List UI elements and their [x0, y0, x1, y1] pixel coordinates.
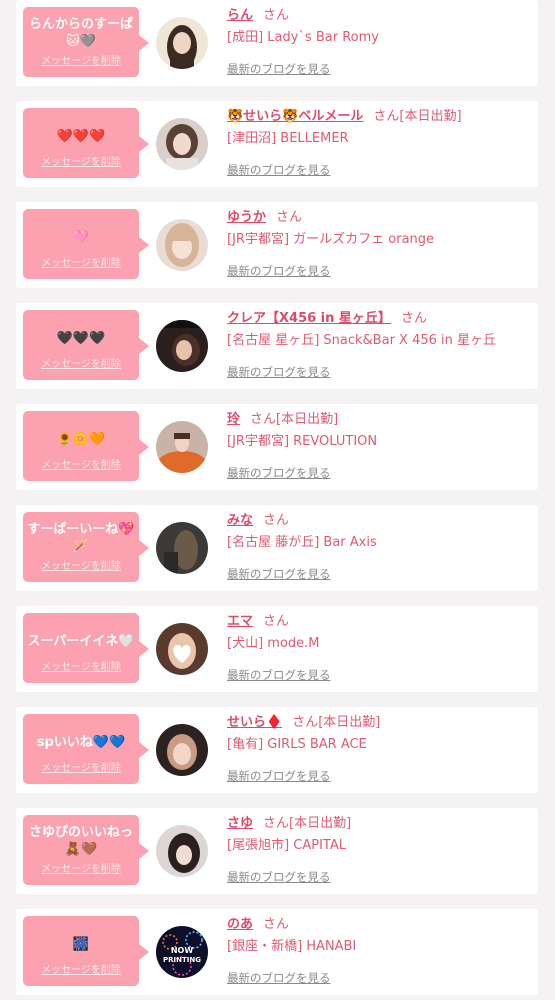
- profile-name-link[interactable]: みな: [227, 513, 253, 528]
- message-bubble: らんからのすーぱ🐱🩶 メッセージを削除: [23, 7, 149, 77]
- now-printing-line1: NOW: [171, 946, 193, 955]
- avatar[interactable]: [156, 118, 208, 170]
- profile-name-link[interactable]: 🐯せいら🐯ベルメール: [227, 109, 363, 124]
- shop-info: [犬山] mode.M: [227, 636, 320, 651]
- profile-name-link[interactable]: エマ: [227, 614, 253, 629]
- message-bubble: 🎆 メッセージを削除: [23, 916, 149, 986]
- shop-info: [名古屋 星ヶ丘] Snack&Bar X 456 in 星ヶ丘: [227, 333, 497, 348]
- message-card: 🩷 メッセージを削除 ゆうか さん [JR宇都宮] ガールズカフェ orange …: [16, 202, 538, 288]
- honorific: さん: [292, 715, 319, 730]
- latest-blog-link[interactable]: 最新のブログを見る: [227, 162, 331, 178]
- latest-blog-link[interactable]: 最新のブログを見る: [227, 970, 331, 986]
- honorific: さん: [373, 109, 400, 124]
- message-bubble: スーパーイイネ🤍 メッセージを削除: [23, 613, 149, 683]
- latest-blog-link[interactable]: 最新のブログを見る: [227, 667, 331, 683]
- delete-message-link[interactable]: メッセージを削除: [23, 254, 139, 269]
- shop-info: [名古屋 藤が丘] Bar Axis: [227, 535, 377, 550]
- message-bubble: 🖤🖤🖤 メッセージを削除: [23, 310, 149, 380]
- avatar[interactable]: [156, 421, 208, 473]
- shop-info: [JR宇都宮] ガールズカフェ orange: [227, 232, 435, 247]
- shop-info: [津田沼] BELLEMER: [227, 131, 349, 146]
- shop-info: [成田] Lady`s Bar Romy: [227, 30, 379, 45]
- profile-name-link[interactable]: せいら♦️: [227, 715, 282, 730]
- profile-name-link[interactable]: ゆうか: [227, 210, 266, 225]
- message-bubble: ❤️❤️❤️ メッセージを削除: [23, 108, 149, 178]
- latest-blog-link[interactable]: 最新のブログを見る: [227, 364, 331, 380]
- avatar[interactable]: [156, 219, 208, 271]
- message-text: スーパーイイネ🤍: [27, 634, 135, 649]
- shop-info: [銀座・新橋] HANABI: [227, 939, 357, 954]
- latest-blog-link[interactable]: 最新のブログを見る: [227, 566, 331, 582]
- message-card: らんからのすーぱ🐱🩶 メッセージを削除 らん さん [成田] Lady`s Bar…: [16, 0, 538, 86]
- shop-info: [亀有] GIRLS BAR ACE: [227, 737, 367, 752]
- message-card: 🖤🖤🖤 メッセージを削除 クレア【X456 in 星ヶ丘】 さん [名古屋 星ヶ丘…: [16, 303, 538, 389]
- message-text: 🖤🖤🖤: [56, 331, 106, 346]
- message-bubble: さゆぴのいいねっ🧸🤎 メッセージを削除: [23, 815, 149, 885]
- delete-message-link[interactable]: メッセージを削除: [23, 658, 139, 673]
- profile-name-link[interactable]: 玲: [227, 412, 240, 427]
- work-status: [本日出勤]: [399, 109, 462, 124]
- message-text: ❤️❤️❤️: [56, 129, 106, 144]
- avatar[interactable]: [156, 724, 208, 776]
- shop-info: [尾張旭市] CAPITAL: [227, 838, 346, 853]
- work-status: [本日出勤]: [289, 816, 352, 831]
- message-text: すーぱーいーね💖🪄: [27, 522, 135, 554]
- delete-message-link[interactable]: メッセージを削除: [23, 355, 139, 370]
- delete-message-link[interactable]: メッセージを削除: [23, 860, 139, 875]
- profile-name-link[interactable]: のあ: [227, 917, 253, 932]
- message-card: 🎆 メッセージを削除 NOW PRINTING のあ さん [銀座・新橋] HAN…: [16, 909, 538, 995]
- message-text: spいいね💙💙: [36, 735, 126, 750]
- delete-message-link[interactable]: メッセージを削除: [23, 456, 139, 471]
- profile-name-link[interactable]: らん: [227, 8, 253, 23]
- work-status: [本日出勤]: [276, 412, 339, 427]
- avatar[interactable]: NOW PRINTING: [156, 926, 208, 978]
- avatar[interactable]: [156, 623, 208, 675]
- work-status: [本日出勤]: [318, 715, 381, 730]
- message-bubble: すーぱーいーね💖🪄 メッセージを削除: [23, 512, 149, 582]
- message-text: 🩷: [72, 230, 90, 245]
- message-card: 🌻🌼🧡 メッセージを削除 玲さん[本日出勤] [JR宇都宮] REVOLUTIO…: [16, 404, 538, 490]
- honorific: さん: [263, 513, 290, 528]
- profile-name-link[interactable]: さゆ: [227, 816, 253, 831]
- latest-blog-link[interactable]: 最新のブログを見る: [227, 263, 331, 279]
- message-text: 🌻🌼🧡: [56, 432, 106, 447]
- delete-message-link[interactable]: メッセージを削除: [23, 961, 139, 976]
- message-card: すーぱーいーね💖🪄 メッセージを削除 みな さん [名古屋 藤が丘] Bar Ax…: [16, 505, 538, 591]
- message-text: らんからのすーぱ🐱🩶: [28, 17, 133, 49]
- avatar[interactable]: [156, 17, 208, 69]
- latest-blog-link[interactable]: 最新のブログを見る: [227, 869, 331, 885]
- latest-blog-link[interactable]: 最新のブログを見る: [227, 768, 331, 784]
- honorific: さん: [250, 412, 277, 427]
- message-bubble: 🩷 メッセージを削除: [23, 209, 149, 279]
- message-card: ❤️❤️❤️ メッセージを削除 🐯せいら🐯ベルメール さん[本日出勤] [津田沼]…: [16, 101, 538, 187]
- shop-info: [JR宇都宮] REVOLUTION: [227, 434, 378, 449]
- delete-message-link[interactable]: メッセージを削除: [23, 153, 139, 168]
- message-text: 🎆: [72, 937, 90, 952]
- honorific: さん: [263, 614, 290, 629]
- honorific: さん: [263, 917, 290, 932]
- message-card: さゆぴのいいねっ🧸🤎 メッセージを削除 さゆ さん[本日出勤] [尾張旭市] CA…: [16, 808, 538, 894]
- message-card: スーパーイイネ🤍 メッセージを削除 エマ さん [犬山] mode.M 最新のブロ…: [16, 606, 538, 692]
- message-list: らんからのすーぱ🐱🩶 メッセージを削除 らん さん [成田] Lady`s Bar…: [0, 0, 555, 1000]
- delete-message-link[interactable]: メッセージを削除: [23, 557, 139, 572]
- message-text: さゆぴのいいねっ🧸🤎: [28, 825, 133, 857]
- message-card: spいいね💙💙 メッセージを削除 せいら♦️ さん[本日出勤] [亀有] GIRL…: [16, 707, 538, 793]
- now-printing-line2: PRINTING: [163, 956, 201, 964]
- honorific: さん: [276, 210, 303, 225]
- latest-blog-link[interactable]: 最新のブログを見る: [227, 465, 331, 481]
- honorific: さん: [263, 8, 290, 23]
- avatar[interactable]: [156, 522, 208, 574]
- honorific: さん: [400, 311, 427, 326]
- profile-name-link[interactable]: クレア【X456 in 星ヶ丘】: [227, 311, 391, 326]
- message-bubble: spいいね💙💙 メッセージを削除: [23, 714, 149, 784]
- latest-blog-link[interactable]: 最新のブログを見る: [227, 61, 331, 77]
- message-bubble: 🌻🌼🧡 メッセージを削除: [23, 411, 149, 481]
- honorific: さん: [263, 816, 290, 831]
- delete-message-link[interactable]: メッセージを削除: [23, 52, 139, 67]
- delete-message-link[interactable]: メッセージを削除: [23, 759, 139, 774]
- avatar[interactable]: [156, 825, 208, 877]
- avatar[interactable]: [156, 320, 208, 372]
